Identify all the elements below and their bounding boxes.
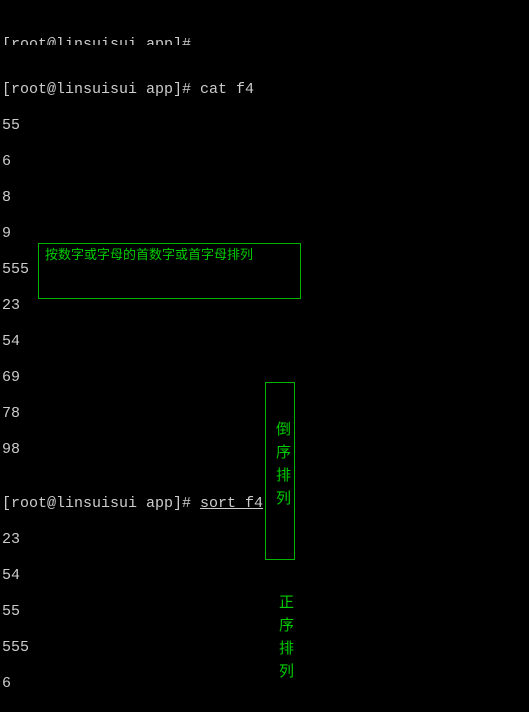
truncated-line: [root@linsuisui app]# <box>2 36 527 45</box>
annotation-box-sort-default: 按数字或字母的首数字或首字母排列 <box>38 243 301 299</box>
output-line: 54 <box>2 333 527 351</box>
annotation-vertical-numeric: 正序排列 <box>276 594 294 686</box>
prompt-line[interactable]: [root@linsuisui app]# cat f4 <box>2 81 527 99</box>
output-line: 6 <box>2 153 527 171</box>
output-line: 55 <box>2 603 527 621</box>
output-line: 9 <box>2 225 527 243</box>
shell-prompt: [root@linsuisui app]# <box>2 495 200 512</box>
output-line: 55 <box>2 117 527 135</box>
output-line: 23 <box>2 297 527 315</box>
output-line: 6 <box>2 675 527 693</box>
terminal-output: [root@linsuisui app]# [root@linsuisui ap… <box>0 0 529 712</box>
output-line: 54 <box>2 567 527 585</box>
output-line: 8 <box>2 189 527 207</box>
shell-prompt: [root@linsuisui app]# <box>2 81 200 98</box>
command-text: cat f4 <box>200 81 254 98</box>
command-text: sort f4 <box>200 495 263 512</box>
annotation-vertical-reverse: 倒序排列 <box>273 421 291 513</box>
output-line: 555 <box>2 639 527 657</box>
annotation-text: 按数字或字母的首数字或首字母排列 <box>45 247 253 262</box>
